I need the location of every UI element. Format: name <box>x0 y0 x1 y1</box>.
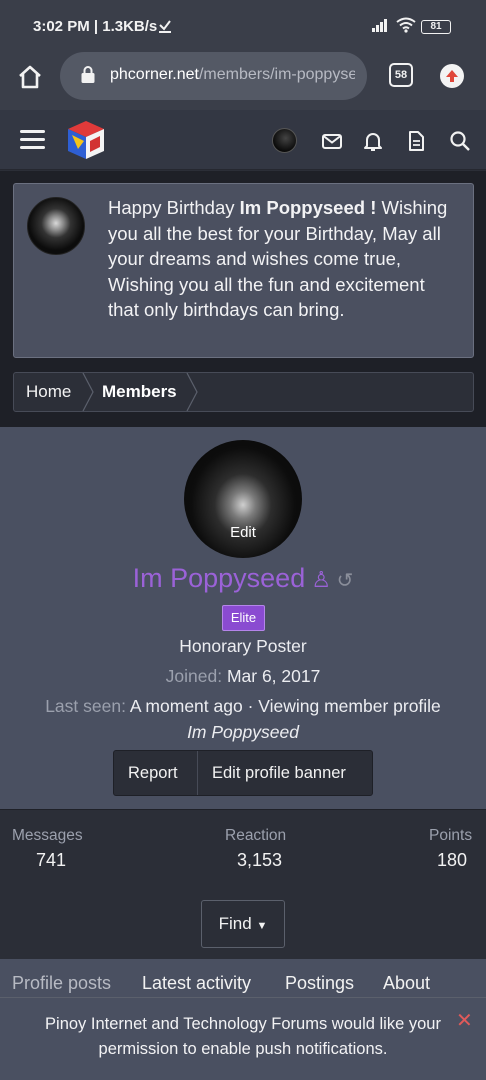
bell-icon[interactable] <box>362 130 384 152</box>
push-notification-prompt: Pinoy Internet and Technology Forums wou… <box>0 997 486 1080</box>
status-bar: 3:02 PM | 1.3KB/s 81 <box>0 0 486 52</box>
lock-icon <box>81 66 95 83</box>
edit-profile-banner-button[interactable]: Edit profile banner <box>212 751 346 795</box>
report-button[interactable]: Report <box>128 751 178 795</box>
document-icon[interactable] <box>405 130 427 152</box>
avatar-edit-label[interactable]: Edit <box>184 524 302 541</box>
history-icon[interactable]: ↺ <box>331 570 354 592</box>
last-seen-target: Im Poppyseed <box>187 722 299 742</box>
birthday-notice: Happy Birthday Im Poppyseed ! Wishing yo… <box>13 183 474 358</box>
url-text: phcorner.net/members/im-poppyseed <box>110 66 355 83</box>
battery-indicator: 81 <box>421 20 451 34</box>
push-prompt-message: Pinoy Internet and Technology Forums wou… <box>45 1015 441 1058</box>
profile-header: Edit Im Poppyseed ♙ ↺ Elite Honorary Pos… <box>0 427 486 809</box>
user-title: Honorary Poster <box>179 636 307 656</box>
profile-tabs: Profile posts Latest activity Postings A… <box>0 959 486 999</box>
find-button[interactable]: Find ▼ <box>201 900 285 948</box>
find-label: Find <box>218 914 252 933</box>
breadcrumb-separator-icon <box>82 373 94 411</box>
wifi-icon <box>396 17 416 33</box>
address-bar[interactable]: phcorner.net/members/im-poppyseed <box>60 52 367 100</box>
breadcrumb-home[interactable]: Home <box>26 373 71 411</box>
tab-profile-posts[interactable]: Profile posts <box>12 973 111 994</box>
signal-icon <box>372 19 387 32</box>
site-header <box>0 110 486 170</box>
last-seen-value: A moment ago · Viewing member profile <box>129 696 441 716</box>
joined-label: Joined: <box>165 666 223 686</box>
tab-latest-activity[interactable]: Latest activity <box>142 973 251 994</box>
user-badge-icon: ♙ <box>305 567 332 592</box>
messages-label: Messages <box>12 827 83 844</box>
profile-avatar[interactable]: Edit <box>184 440 302 558</box>
notice-greeting: Happy Birthday <box>108 197 240 218</box>
points-label: Points <box>429 827 473 844</box>
tab-switcher-button[interactable]: 58 <box>389 63 413 87</box>
upload-extension-icon[interactable] <box>440 64 464 88</box>
profile-name-text: Im Poppyseed <box>132 563 306 593</box>
profile-name: Im Poppyseed ♙ ↺ <box>0 563 486 594</box>
user-avatar[interactable] <box>272 128 297 153</box>
joined-date: Mar 6, 2017 <box>226 666 321 686</box>
site-logo[interactable] <box>64 119 108 161</box>
messages-value[interactable]: 741 <box>36 850 66 871</box>
close-icon[interactable]: ✕ <box>456 1008 473 1033</box>
caret-down-icon: ▼ <box>256 920 268 932</box>
profile-actions: Report Edit profile banner <box>113 750 373 796</box>
tab-postings[interactable]: Postings <box>285 973 354 994</box>
mail-icon[interactable] <box>321 130 343 152</box>
reaction-label: Reaction <box>225 827 287 844</box>
search-icon[interactable] <box>449 130 471 152</box>
last-seen-line: Last seen: A moment ago · Viewing member… <box>0 696 486 717</box>
hamburger-menu-icon[interactable] <box>20 130 45 150</box>
notice-text: Happy Birthday Im Poppyseed ! Wishing yo… <box>108 195 458 323</box>
breadcrumb-members[interactable]: Members <box>102 373 177 411</box>
joined-line: Joined: Mar 6, 2017 <box>0 666 486 687</box>
elite-badge: Elite <box>222 605 265 631</box>
status-time: 3:02 PM | 1.3KB/s <box>33 18 158 35</box>
notice-avatar <box>27 197 85 255</box>
points-value[interactable]: 180 <box>437 850 467 871</box>
button-divider <box>197 751 198 795</box>
last-seen-label: Last seen: <box>45 696 126 716</box>
browser-toolbar: phcorner.net/members/im-poppyseed 58 <box>0 52 486 110</box>
reaction-value[interactable]: 3,153 <box>237 850 282 871</box>
breadcrumb: Home Members <box>13 372 474 412</box>
member-stats: Messages 741 Reaction 3,153 Points 180 F… <box>0 809 486 959</box>
home-icon[interactable] <box>16 63 44 91</box>
tab-about[interactable]: About <box>383 973 430 994</box>
download-check-icon <box>159 20 171 33</box>
breadcrumb-separator-icon <box>186 373 198 411</box>
notice-name: Im Poppyseed ! <box>239 197 377 218</box>
